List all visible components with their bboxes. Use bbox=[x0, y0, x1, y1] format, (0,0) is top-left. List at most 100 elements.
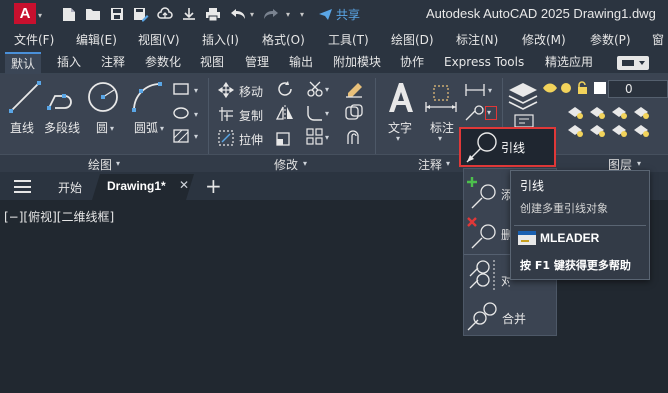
autocad-logo[interactable]: A bbox=[14, 3, 36, 24]
rectangle-caret[interactable]: ▾ bbox=[194, 86, 198, 95]
add-leader-item[interactable] bbox=[466, 176, 500, 213]
layer-properties-tool[interactable] bbox=[507, 80, 539, 117]
modify-panel-caret[interactable]: ▾ bbox=[303, 159, 307, 168]
tab-start[interactable]: 开始 bbox=[58, 179, 82, 196]
menu-insert[interactable]: 插入(I) bbox=[202, 31, 239, 48]
viewport-controls[interactable]: [−][俯视][二维线框] bbox=[4, 208, 114, 225]
new-tab-button[interactable]: + bbox=[205, 174, 222, 198]
hatch-tool[interactable] bbox=[172, 106, 190, 123]
menu-file[interactable]: 文件(F) bbox=[14, 31, 54, 48]
print-icon[interactable] bbox=[204, 4, 222, 24]
explode-tool[interactable] bbox=[344, 104, 364, 125]
mirror-tool[interactable] bbox=[275, 104, 294, 125]
layer-tools-grid[interactable] bbox=[566, 102, 666, 155]
menu-dimension[interactable]: 标注(N) bbox=[456, 31, 498, 48]
share-button[interactable]: 共享 bbox=[318, 5, 360, 23]
offset-tool[interactable] bbox=[344, 128, 364, 149]
menu-window[interactable]: 窗 bbox=[652, 31, 664, 48]
remove-leader-item[interactable] bbox=[466, 216, 500, 253]
tab-output[interactable]: 输出 bbox=[283, 52, 319, 74]
tab-featured-apps[interactable]: 精选应用 bbox=[539, 52, 599, 74]
arc-caret[interactable]: ▾ bbox=[160, 124, 164, 133]
tab-collaborate[interactable]: 协作 bbox=[394, 52, 430, 74]
tab-default[interactable]: 默认 bbox=[5, 52, 42, 74]
rectangle-tool[interactable] bbox=[172, 82, 190, 99]
save-icon[interactable] bbox=[108, 4, 126, 24]
dimension-caret[interactable]: ▾ bbox=[438, 134, 442, 143]
tab-insert[interactable]: 插入 bbox=[51, 52, 87, 74]
layer-dropdown[interactable]: 0 bbox=[608, 80, 668, 98]
annotation-panel-caret[interactable]: ▾ bbox=[446, 159, 450, 168]
circle-tool[interactable] bbox=[86, 80, 120, 117]
scale-tool[interactable] bbox=[276, 128, 294, 149]
add-leader-label[interactable]: 添 bbox=[501, 186, 510, 203]
dimension-tool[interactable] bbox=[424, 82, 458, 117]
text-tool[interactable] bbox=[386, 80, 416, 117]
menu-edit[interactable]: 编辑(E) bbox=[76, 31, 117, 48]
line-tool[interactable] bbox=[8, 80, 42, 117]
logo-menu-caret[interactable]: ▾ bbox=[38, 5, 42, 25]
download-icon[interactable] bbox=[180, 4, 198, 24]
draw-panel-label[interactable]: 绘图 bbox=[88, 156, 112, 173]
undo-caret[interactable]: ▾ bbox=[250, 4, 254, 24]
close-tab-icon[interactable]: ✕ bbox=[179, 178, 189, 192]
tab-annotate[interactable]: 注释 bbox=[95, 52, 131, 74]
new-file-icon[interactable] bbox=[60, 4, 78, 24]
fillet-tool[interactable] bbox=[306, 104, 324, 125]
menu-modify[interactable]: 修改(M) bbox=[522, 31, 566, 48]
erase-tool[interactable] bbox=[344, 80, 364, 101]
annotation-panel-label[interactable]: 注释 bbox=[418, 156, 442, 173]
menu-format[interactable]: 格式(O) bbox=[262, 31, 305, 48]
redo-icon[interactable] bbox=[262, 4, 280, 24]
draw-panel-caret[interactable]: ▾ bbox=[116, 159, 120, 168]
tab-parametric[interactable]: 参数化 bbox=[139, 52, 187, 74]
remove-leader-label[interactable]: 删 bbox=[501, 226, 510, 243]
tab-manage[interactable]: 管理 bbox=[239, 52, 275, 74]
trim-caret[interactable]: ▾ bbox=[325, 85, 329, 94]
hatch-caret[interactable]: ▾ bbox=[194, 132, 198, 141]
cloud-save-icon[interactable] bbox=[156, 4, 174, 24]
ellipse-caret[interactable]: ▾ bbox=[194, 110, 198, 119]
customize-qat-caret[interactable]: ▾ bbox=[300, 4, 304, 24]
copy-label[interactable]: 复制 bbox=[239, 107, 263, 124]
layer-panel-caret[interactable]: ▾ bbox=[637, 159, 641, 168]
arc-tool[interactable] bbox=[130, 80, 164, 117]
collect-leader-label[interactable]: 合并 bbox=[502, 310, 526, 327]
leader-small-tool[interactable] bbox=[464, 104, 486, 125]
ribbon-display-toggle[interactable] bbox=[617, 56, 649, 70]
linear-dim-tool[interactable] bbox=[464, 80, 486, 101]
text-caret[interactable]: ▾ bbox=[396, 134, 400, 143]
align-leader-label[interactable]: 对齐 bbox=[501, 272, 510, 289]
stretch-label[interactable]: 拉伸 bbox=[239, 131, 263, 148]
array-tool[interactable] bbox=[306, 128, 324, 149]
align-leader-item[interactable] bbox=[466, 258, 500, 295]
menu-parametric[interactable]: 参数(P) bbox=[590, 31, 631, 48]
stretch-tool[interactable] bbox=[218, 130, 234, 149]
collect-leader-item[interactable] bbox=[466, 298, 500, 335]
redo-caret[interactable]: ▾ bbox=[286, 4, 290, 24]
move-tool[interactable] bbox=[217, 81, 235, 101]
linear-dim-caret[interactable]: ▾ bbox=[488, 86, 492, 95]
copy-tool[interactable] bbox=[218, 106, 234, 125]
rotate-tool[interactable] bbox=[276, 80, 294, 101]
fillet-caret[interactable]: ▾ bbox=[325, 109, 329, 118]
undo-icon[interactable] bbox=[229, 4, 247, 24]
region-tool[interactable] bbox=[172, 128, 190, 147]
leader-dropdown-button[interactable]: ▾ bbox=[485, 106, 497, 120]
layer-status-icons[interactable] bbox=[542, 80, 608, 99]
tab-view[interactable]: 视图 bbox=[194, 52, 230, 74]
hamburger-menu-icon[interactable] bbox=[14, 180, 31, 193]
move-label[interactable]: 移动 bbox=[239, 83, 263, 100]
open-folder-icon[interactable] bbox=[84, 4, 102, 24]
tab-addins[interactable]: 附加模块 bbox=[327, 52, 387, 74]
array-caret[interactable]: ▾ bbox=[325, 133, 329, 142]
menu-tools[interactable]: 工具(T) bbox=[328, 31, 369, 48]
trim-tool[interactable] bbox=[306, 80, 324, 101]
save-as-icon[interactable] bbox=[132, 4, 150, 24]
circle-caret[interactable]: ▾ bbox=[110, 124, 114, 133]
polyline-tool[interactable] bbox=[46, 80, 80, 117]
tab-drawing1-label[interactable]: Drawing1* bbox=[107, 179, 166, 193]
tab-express-tools[interactable]: Express Tools bbox=[438, 52, 530, 74]
menu-view[interactable]: 视图(V) bbox=[138, 31, 180, 48]
menu-draw[interactable]: 绘图(D) bbox=[391, 31, 434, 48]
